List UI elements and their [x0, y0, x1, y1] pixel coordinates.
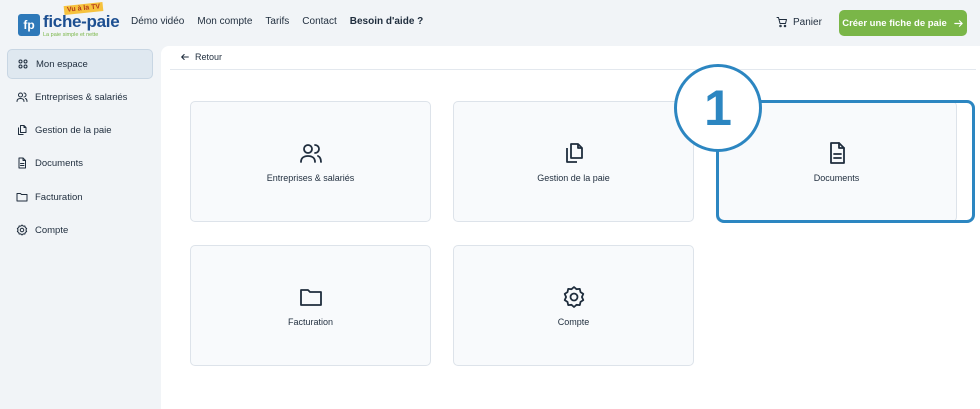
logo-brand: fiche-paie [43, 12, 120, 31]
card-compte[interactable]: Compte [453, 245, 694, 366]
folder-icon [16, 193, 28, 202]
card-label: Compte [557, 316, 590, 327]
card-label: Gestion de la paie [537, 172, 610, 183]
back-link[interactable]: Retour [180, 52, 222, 62]
sidebar-item-facturation[interactable]: Facturation [7, 182, 153, 212]
sidebar-item-gestion-paie[interactable]: Gestion de la paie [7, 115, 153, 145]
back-label: Retour [195, 52, 223, 62]
sidebar-item-label: Compte [35, 224, 69, 236]
cart-icon [776, 17, 787, 28]
sidebar: Mon espace Entreprises & salariés Gestio… [0, 46, 161, 409]
gear-icon [16, 224, 28, 236]
step-number-badge: 1 [674, 64, 762, 152]
users-icon [299, 143, 322, 163]
sidebar-item-entreprises[interactable]: Entreprises & salariés [7, 82, 153, 112]
card-label: Facturation [287, 316, 334, 327]
sidebar-item-label: Gestion de la paie [35, 124, 112, 136]
users-icon [16, 92, 28, 102]
copy-document-icon [565, 142, 583, 163]
top-bar: fp fiche-paie Vu à la TV La paie simple … [0, 0, 980, 46]
nav-mon-compte[interactable]: Mon compte [197, 16, 252, 27]
arrow-left-icon [181, 53, 189, 61]
cta-label: Créer une fiche de paie [842, 17, 947, 29]
cart-button[interactable]: Panier [776, 16, 822, 28]
card-entreprises-salaries[interactable]: Entreprises & salariés [190, 101, 431, 222]
document-icon [829, 141, 845, 164]
sidebar-item-label: Entreprises & salariés [35, 91, 128, 103]
copy-document-icon [18, 125, 27, 135]
sidebar-item-compte[interactable]: Compte [7, 215, 153, 245]
arrow-right-icon [954, 19, 963, 27]
nav-demo-video[interactable]: Démo vidéo [131, 16, 184, 27]
card-label: Entreprises & salariés [266, 172, 355, 183]
card-gestion-paie[interactable]: Gestion de la paie [453, 101, 694, 222]
logo-mark: fp [18, 14, 40, 36]
sidebar-item-documents[interactable]: Documents [7, 148, 153, 178]
create-payslip-button[interactable]: Créer une fiche de paie [839, 10, 967, 36]
grid-icon [18, 59, 28, 69]
nav-besoin-aide[interactable]: Besoin d'aide ? [350, 16, 424, 27]
card-facturation[interactable]: Facturation [190, 245, 431, 366]
nav-contact[interactable]: Contact [302, 16, 336, 27]
folder-icon [299, 288, 322, 306]
content-divider [170, 69, 976, 70]
sidebar-item-label: Mon espace [36, 58, 88, 70]
fiche-paie-logo[interactable]: fp fiche-paie Vu à la TV La paie simple … [18, 1, 120, 40]
main-nav: Démo vidéo Mon compte Tarifs Contact Bes… [131, 16, 423, 27]
sidebar-item-label: Facturation [35, 191, 83, 203]
document-icon [18, 157, 26, 169]
cart-label: Panier [793, 16, 822, 28]
sidebar-item-label: Documents [35, 157, 84, 169]
logo-slogan: La paie simple et nette [43, 32, 99, 38]
nav-tarifs[interactable]: Tarifs [265, 16, 289, 27]
card-label: Documents [813, 172, 860, 183]
sidebar-item-mon-espace[interactable]: Mon espace [7, 49, 153, 79]
gear-icon [563, 285, 584, 308]
